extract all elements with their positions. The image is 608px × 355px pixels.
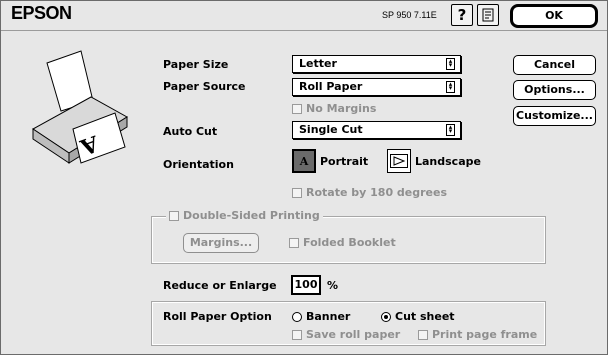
popup-arrows-icon: ▴ ▾ bbox=[446, 124, 455, 136]
paper-source-value: Roll Paper bbox=[299, 80, 363, 93]
paper-size-value: Letter bbox=[299, 57, 337, 70]
save-roll-paper-checkbox[interactable]: Save roll paper bbox=[292, 328, 400, 341]
banner-label: Banner bbox=[306, 310, 351, 323]
double-sided-label: Double-Sided Printing bbox=[183, 209, 320, 222]
cut-sheet-radio[interactable]: Cut sheet bbox=[381, 310, 455, 323]
orientation-label: Orientation bbox=[163, 158, 234, 171]
portrait-option[interactable]: A Portrait bbox=[292, 149, 368, 173]
status-monitor-button[interactable] bbox=[477, 4, 499, 26]
no-margins-checkbox[interactable]: No Margins bbox=[292, 102, 376, 115]
folded-booklet-checkbox[interactable]: Folded Booklet bbox=[289, 236, 396, 249]
epson-logo: EPSON bbox=[11, 3, 72, 23]
auto-cut-select[interactable]: Single Cut ▴ ▾ bbox=[292, 121, 461, 139]
margins-button[interactable]: Margins... bbox=[183, 233, 259, 253]
print-dialog: EPSON SP 950 7.11E ? A Paper Size Letter… bbox=[0, 0, 608, 355]
percent-unit: % bbox=[327, 279, 339, 292]
print-page-frame-checkbox[interactable]: Print page frame bbox=[418, 328, 537, 341]
paper-source-select[interactable]: Roll Paper ▴ ▾ bbox=[292, 78, 461, 96]
cancel-button[interactable]: Cancel bbox=[513, 55, 596, 75]
question-icon: ? bbox=[457, 6, 467, 24]
header-divider bbox=[1, 30, 607, 31]
checkbox-box bbox=[289, 237, 299, 248]
rotate-180-label: Rotate by 180 degrees bbox=[306, 186, 448, 199]
paper-size-select[interactable]: Letter ▴ ▾ bbox=[292, 55, 461, 73]
auto-cut-value: Single Cut bbox=[299, 123, 363, 136]
cut-sheet-label: Cut sheet bbox=[395, 310, 455, 323]
popup-arrows-icon: ▴ ▾ bbox=[446, 81, 455, 93]
portrait-icon: A bbox=[292, 149, 316, 173]
auto-cut-label: Auto Cut bbox=[163, 125, 218, 138]
save-roll-paper-label: Save roll paper bbox=[306, 328, 401, 341]
roll-paper-option-label: Roll Paper Option bbox=[163, 310, 272, 323]
printer-illustration-icon: A bbox=[32, 50, 128, 164]
banner-radio[interactable]: Banner bbox=[292, 310, 350, 323]
customize-button[interactable]: Customize... bbox=[513, 106, 596, 126]
paper-source-label: Paper Source bbox=[163, 80, 246, 93]
checkbox-box bbox=[292, 187, 302, 198]
rotate-180-checkbox[interactable]: Rotate by 180 degrees bbox=[292, 186, 447, 199]
printer-status-icon bbox=[482, 8, 494, 22]
portrait-label: Portrait bbox=[320, 154, 369, 168]
checkbox-box bbox=[169, 210, 179, 221]
popup-arrows-icon: ▴ ▾ bbox=[446, 58, 455, 70]
radio-button-selected bbox=[381, 311, 391, 322]
help-button[interactable]: ? bbox=[451, 4, 473, 26]
landscape-option[interactable]: Landscape bbox=[387, 149, 481, 173]
ok-button[interactable]: OK bbox=[510, 4, 598, 28]
radio-button bbox=[292, 311, 302, 322]
checkbox-box bbox=[292, 329, 302, 340]
reduce-enlarge-label: Reduce or Enlarge bbox=[163, 279, 277, 292]
print-page-frame-label: Print page frame bbox=[432, 328, 538, 341]
folded-booklet-label: Folded Booklet bbox=[303, 236, 396, 249]
driver-version: SP 950 7.11E bbox=[382, 10, 437, 20]
checkbox-box bbox=[418, 329, 428, 340]
options-button[interactable]: Options... bbox=[513, 80, 596, 100]
checkbox-box bbox=[292, 103, 302, 114]
landscape-icon bbox=[387, 149, 411, 173]
scale-percent-input[interactable]: 100 bbox=[291, 275, 321, 295]
double-sided-checkbox[interactable]: Double-Sided Printing bbox=[166, 209, 323, 222]
paper-size-label: Paper Size bbox=[163, 58, 229, 71]
landscape-label: Landscape bbox=[415, 154, 481, 168]
no-margins-label: No Margins bbox=[306, 102, 377, 115]
